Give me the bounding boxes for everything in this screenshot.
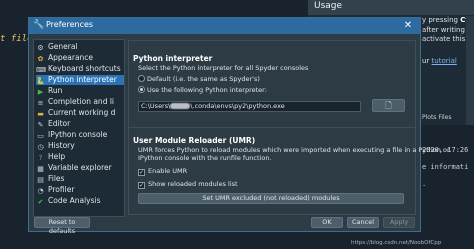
section-title-umr: User Module Reloader (UMR): [133, 136, 256, 145]
page-item-completion[interactable]: ≡ Completion and li: [36, 97, 124, 107]
folder-icon: ▬: [37, 110, 44, 118]
table-icon: ▦: [37, 165, 44, 173]
pane-tabs[interactable]: Plots Files: [422, 114, 452, 121]
page-item-editor[interactable]: ✎ Editor: [36, 119, 124, 129]
usage-panel-title: Usage: [314, 1, 343, 11]
page-item-help[interactable]: ? Help: [36, 152, 124, 162]
editor-icon: ✎: [37, 121, 44, 129]
usage-scrollbar[interactable]: [466, 16, 474, 125]
browse-file-button[interactable]: 🗋: [372, 99, 405, 112]
preferences-page-list: ⚙ General ✿ Appearance ⌨ Keyboard shortcuts…: [33, 39, 125, 217]
page-item-code-analysis[interactable]: ✔ Code Analysis: [36, 196, 124, 206]
palette-icon: ✿: [37, 55, 44, 63]
page-item-variable-explorer[interactable]: ▦ Variable explorer: [36, 163, 124, 173]
page-item-working-directory[interactable]: ▬ Current working d: [36, 108, 124, 118]
radio-button[interactable]: [138, 75, 145, 82]
umr-description-line: IPython console with the runfile functio…: [138, 154, 272, 162]
run-icon: ▶: [37, 88, 44, 96]
show-reloaded-modules-checkbox[interactable]: ✓ Show reloaded modules list: [138, 180, 238, 189]
python-icon: 🐍: [36, 77, 45, 85]
preferences-content: Python interpreter Select the Python int…: [128, 40, 450, 215]
reset-defaults-button[interactable]: Reset to defaults: [34, 217, 90, 235]
page-item-appearance[interactable]: ✿ Appearance: [36, 53, 124, 63]
tutorial-link[interactable]: tutorial: [432, 57, 457, 65]
page-item-history[interactable]: ◷ History: [36, 141, 124, 151]
screen: t file. Usage ✕ y pressing Ctrl+I after …: [0, 0, 474, 249]
console-line: e informati: [422, 163, 469, 171]
page-item-files[interactable]: ▤ Files: [36, 174, 124, 184]
check-icon: ✔: [37, 198, 44, 206]
terminal-icon: ▭: [37, 132, 44, 140]
apply-button[interactable]: Apply: [383, 217, 415, 228]
wrench-icon: 🔧: [33, 20, 45, 30]
radio-default-interpreter[interactable]: Default (i.e. the same as Spyder's): [138, 75, 260, 84]
page-item-python-interpreter[interactable]: 🐍 Python interpreter: [36, 75, 124, 85]
keyboard-icon: ⌨: [36, 66, 47, 74]
dialog-titlebar[interactable]: 🔧 Preferences ✕: [29, 18, 420, 34]
radio-custom-interpreter[interactable]: Use the following Python interpreter:: [138, 86, 267, 95]
interpreter-description: Select the Python interpreter for all Sp…: [138, 64, 309, 72]
checkbox[interactable]: ✓: [138, 182, 145, 189]
history-icon: ◷: [37, 143, 44, 151]
section-title-python-interpreter: Python interpreter: [133, 54, 213, 63]
console-line: .: [422, 180, 427, 188]
usage-panel-header: Usage: [308, 0, 474, 15]
close-icon[interactable]: ✕: [399, 19, 417, 33]
file-icon: ▤: [37, 176, 44, 184]
set-umr-excluded-button[interactable]: Set UMR excluded (not reloaded) modules: [138, 193, 404, 204]
enable-umr-checkbox[interactable]: ✓ Enable UMR: [138, 167, 187, 176]
page-item-keyboard-shortcuts[interactable]: ⌨ Keyboard shortcuts: [36, 64, 124, 74]
preferences-dialog: 🔧 Preferences ✕ ⚙ General ✿ Appearance ⌨ Ke…: [28, 17, 450, 235]
section-divider: [129, 127, 415, 128]
checkbox[interactable]: ✓: [138, 169, 145, 176]
profiler-icon: ◔: [37, 187, 44, 195]
completion-icon: ≡: [37, 99, 44, 107]
gear-icon: ⚙: [37, 44, 44, 52]
ok-button[interactable]: OK: [311, 217, 343, 228]
page-item-run[interactable]: ▶ Run: [36, 86, 124, 96]
page-item-profiler[interactable]: ◔ Profiler: [36, 185, 124, 195]
watermark: https://blog.csdn.net/NoobOfCpp: [351, 240, 442, 246]
page-item-ipython-console[interactable]: ▭ IPython console: [36, 130, 124, 140]
radio-button[interactable]: [138, 86, 145, 93]
editor-background: t file.: [0, 0, 38, 249]
usage-line: ur tutorial: [422, 57, 457, 65]
dialog-title: Preferences: [46, 20, 94, 29]
redacted-username: [170, 103, 191, 109]
page-item-general[interactable]: ⚙ General: [36, 42, 124, 52]
interpreter-path-input[interactable]: C:\Users\ \.conda\envs\py2\python.exe: [138, 101, 361, 112]
help-icon: ?: [38, 154, 43, 162]
folder-icon: 🗋: [385, 101, 392, 110]
cancel-button[interactable]: Cancel: [347, 217, 379, 228]
umr-description-line: UMR forces Python to reload modules whic…: [138, 146, 450, 154]
